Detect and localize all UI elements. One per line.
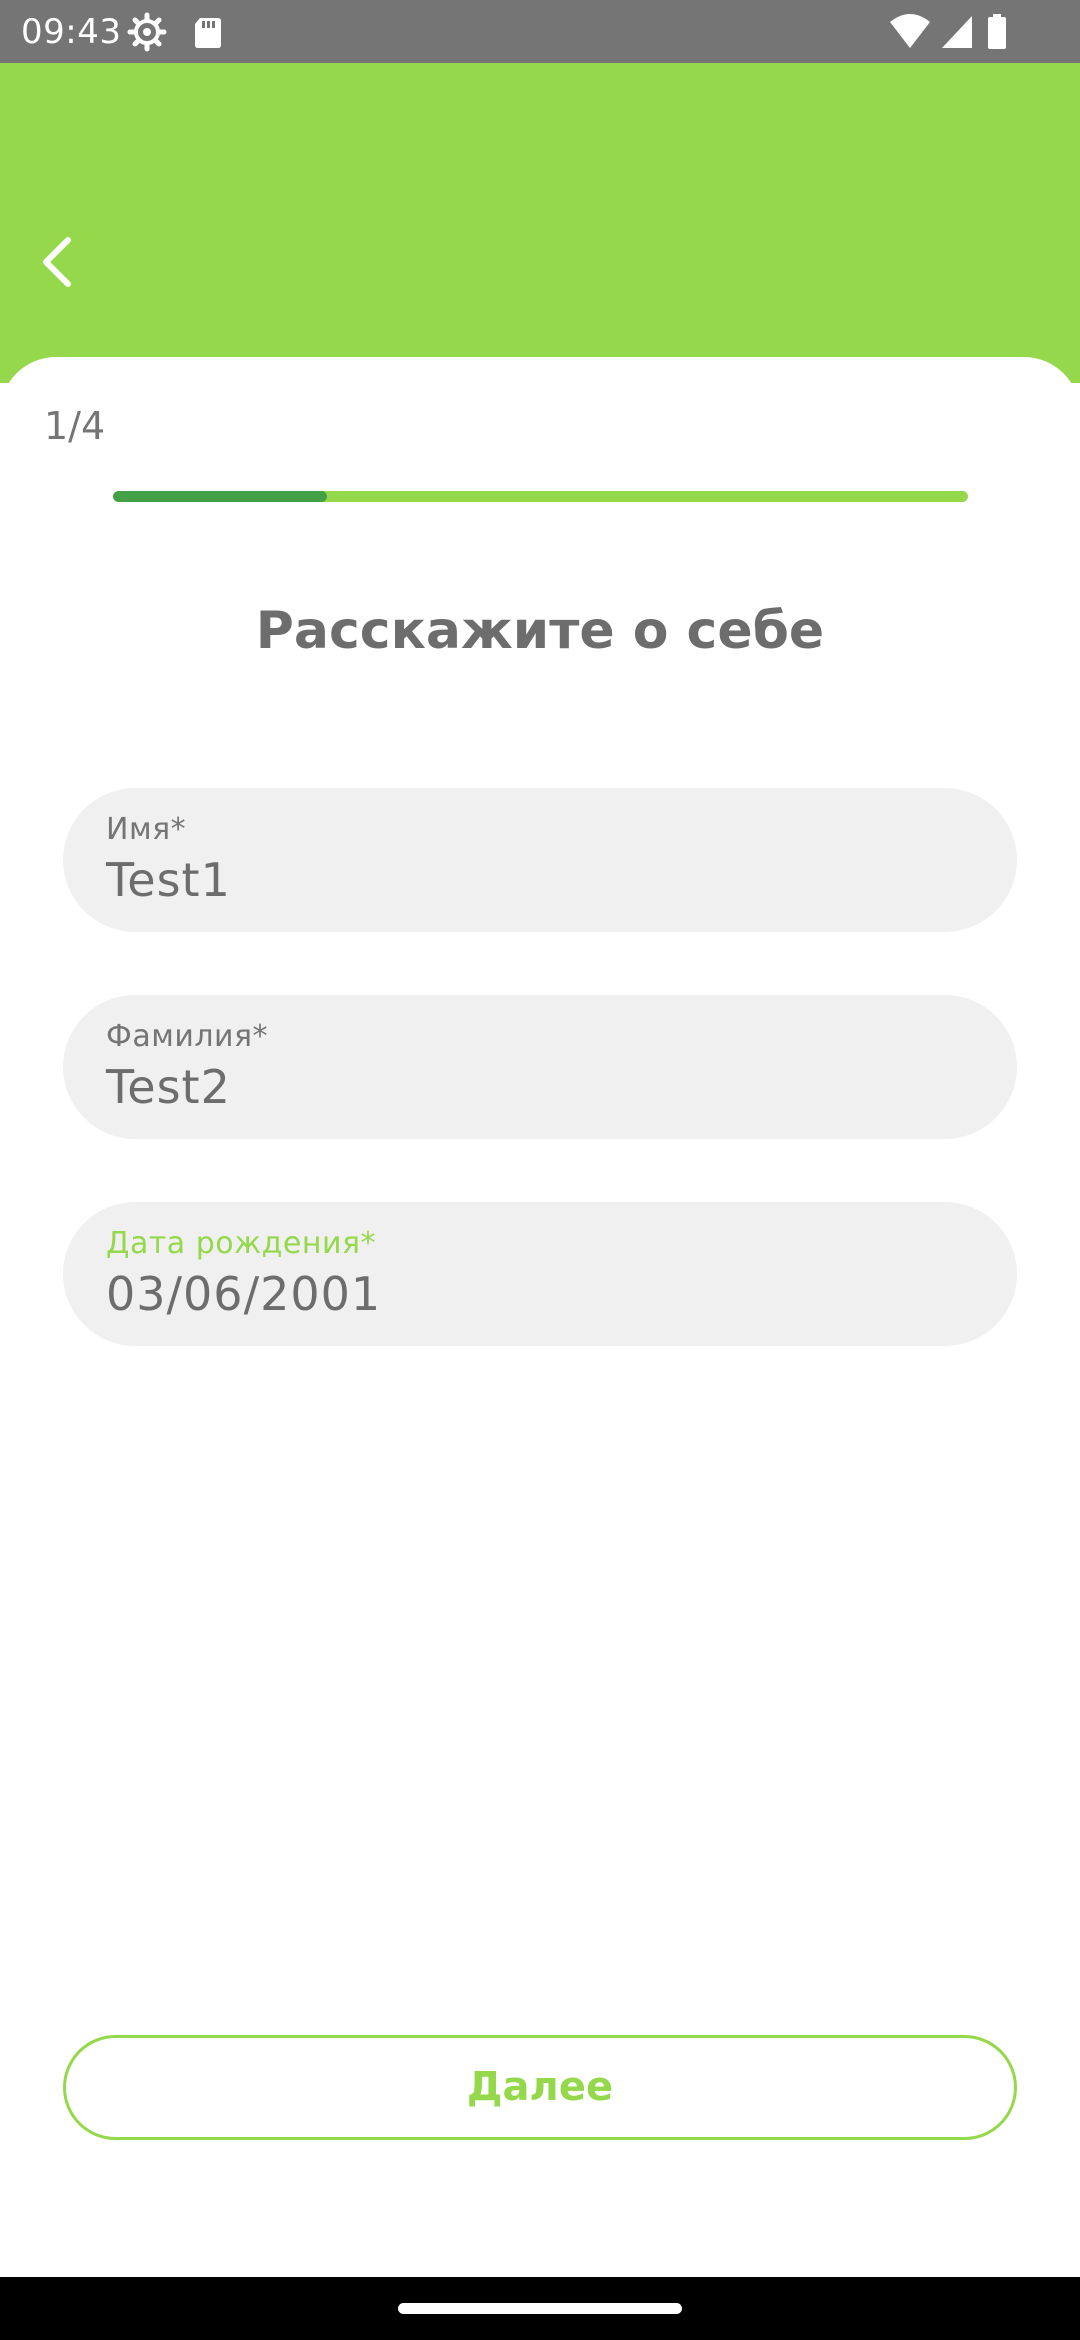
settings-icon	[127, 12, 167, 52]
last-name-field[interactable]: Фамилия* Test2	[63, 995, 1017, 1139]
progress-fill	[113, 491, 327, 502]
progress-bar	[113, 491, 968, 502]
next-button[interactable]: Далее	[63, 2035, 1017, 2140]
sd-card-icon	[188, 12, 228, 52]
last-name-label: Фамилия*	[106, 1019, 269, 1054]
last-name-value: Test2	[106, 1060, 231, 1114]
page-title: Расскажите о себе	[255, 601, 825, 661]
status-time: 09:43	[21, 12, 122, 52]
chevron-left-icon	[28, 237, 88, 302]
screen: 09:43 1/4 Расскажите о себе Имя* Test1 Ф…	[0, 0, 1080, 2340]
step-counter: 1/4	[44, 404, 106, 448]
signal-icon	[938, 12, 978, 52]
header	[0, 63, 1080, 383]
first-name-field[interactable]: Имя* Test1	[63, 788, 1017, 932]
battery-icon	[985, 12, 1009, 52]
home-handle[interactable]	[398, 2303, 682, 2314]
back-button[interactable]	[28, 226, 88, 298]
birth-date-field[interactable]: Дата рождения* 03/06/2001	[63, 1202, 1017, 1346]
wifi-icon	[888, 12, 932, 52]
first-name-label: Имя*	[106, 812, 187, 847]
first-name-value: Test1	[106, 853, 231, 907]
birth-date-label: Дата рождения*	[106, 1226, 376, 1261]
birth-date-value: 03/06/2001	[106, 1267, 382, 1321]
status-bar: 09:43	[0, 0, 1080, 63]
